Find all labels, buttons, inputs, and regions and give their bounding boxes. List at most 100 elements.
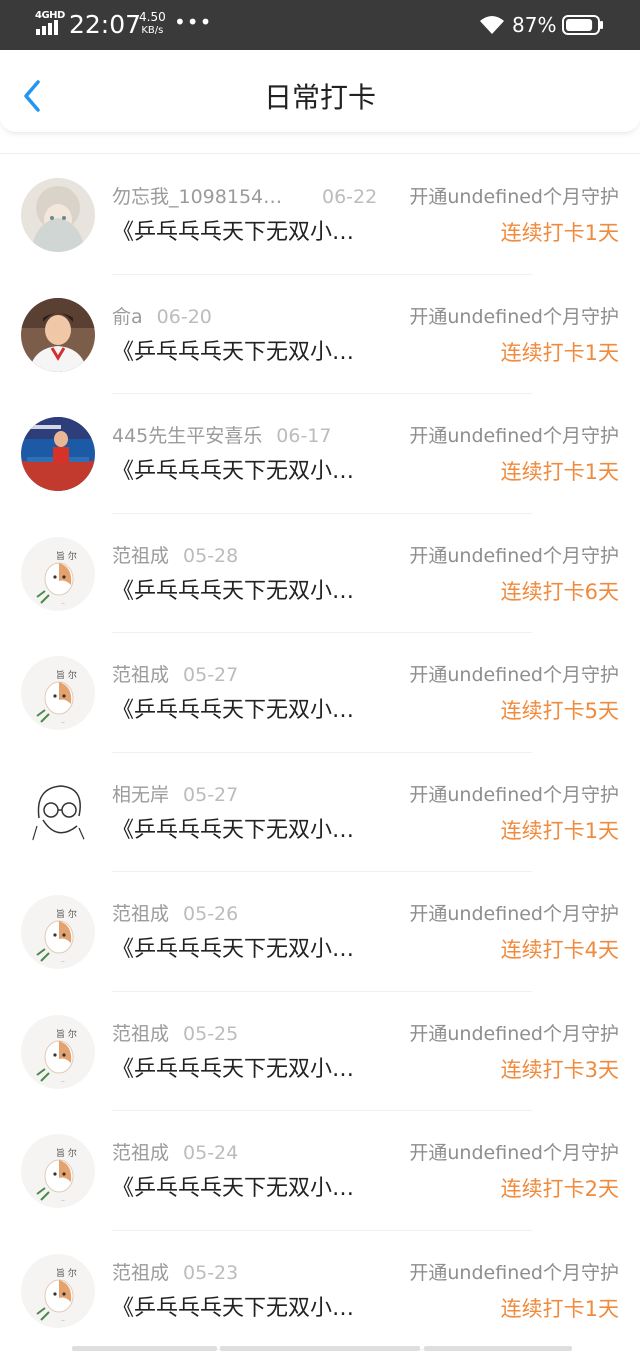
- network-speed: 4.50 KB/s: [139, 11, 166, 37]
- membership-text: 开通undefined个月守护: [409, 1022, 619, 1045]
- user-name[interactable]: 范祖成 05-28: [112, 543, 238, 569]
- checkin-row[interactable]: 旨 尔ー范祖成 05-26 《乒乓乓乓天下无双小… 开通undefined个月守护连续…: [0, 872, 640, 992]
- avatar[interactable]: 旨 尔ー: [21, 656, 95, 730]
- book-title[interactable]: 《乒乓乓乓天下无双小…: [112, 1174, 354, 1204]
- book-title[interactable]: 《乒乓乓乓天下无双小…: [112, 935, 354, 965]
- user-name-text[interactable]: 范祖成: [112, 664, 169, 686]
- streak-text: 连续打卡1天: [500, 340, 619, 365]
- membership-text: 开通undefined个月守护: [409, 783, 619, 806]
- checkin-date: 05-27: [183, 664, 239, 686]
- avatar[interactable]: 旨 尔ー: [21, 536, 95, 611]
- membership-text: 开通undefined个月守护: [409, 186, 619, 208]
- network-type-label: 4GHD: [35, 10, 65, 21]
- user-name-text[interactable]: 俞a: [112, 306, 143, 328]
- avatar[interactable]: 旨 尔ー: [21, 1014, 95, 1089]
- checkin-row[interactable]: 相无岸 05-27 《乒乓乓乓天下无双小… 开通undefined个月守护连续打卡1天: [0, 753, 640, 873]
- svg-text:旨 尔: 旨 尔: [56, 669, 77, 681]
- book-title[interactable]: 《乒乓乓乓天下无双小…: [112, 1055, 354, 1085]
- svg-text:旨 尔: 旨 尔: [56, 1028, 77, 1040]
- membership-text: 开通undefined个月守护: [409, 544, 619, 567]
- avatar[interactable]: [21, 297, 95, 372]
- avatar[interactable]: [21, 417, 95, 491]
- streak-text: 连续打卡1天: [500, 1296, 619, 1321]
- user-name[interactable]: 范祖成 05-24: [112, 1140, 238, 1166]
- user-name-text[interactable]: 范祖成: [112, 1023, 169, 1045]
- book-title[interactable]: 《乒乓乓乓天下无双小…: [112, 1294, 354, 1324]
- user-name-text[interactable]: 445先生平安喜乐: [112, 425, 262, 447]
- user-name[interactable]: 勿忘我_1098154…: [112, 184, 282, 210]
- network-speed-value: 4.50: [139, 10, 166, 24]
- book-title[interactable]: 《乒乓乓乓天下无双小…: [112, 816, 354, 846]
- checkin-date: 06-17: [276, 425, 332, 447]
- svg-text:ー: ー: [61, 1318, 65, 1323]
- user-name[interactable]: 445先生平安喜乐 06-17: [112, 423, 331, 449]
- book-title[interactable]: 《乒乓乓乓天下无双小…: [112, 577, 354, 607]
- avatar[interactable]: 旨 尔ー: [21, 1253, 95, 1328]
- user-name-text[interactable]: 范祖成: [112, 1262, 169, 1284]
- svg-text:旨 尔: 旨 尔: [56, 550, 77, 562]
- checkin-date: 05-25: [183, 1022, 239, 1045]
- book-title[interactable]: 《乒乓乓乓天下无双小…: [112, 457, 354, 487]
- streak-text: 连续打卡1天: [500, 221, 619, 245]
- user-name[interactable]: 范祖成 05-27: [112, 662, 238, 688]
- checkin-row[interactable]: 勿忘我_1098154… 《乒乓乓乓天下无双小… 开通undefined个月守护连续…: [0, 155, 640, 275]
- checkin-row[interactable]: 旨 尔ー范祖成 05-25 《乒乓乓乓天下无双小… 开通undefined个月守护 连续…: [0, 992, 640, 1112]
- svg-text:旨 尔: 旨 尔: [56, 1147, 77, 1159]
- divider: [0, 153, 640, 154]
- streak-text: 连续打卡4天: [500, 938, 619, 962]
- book-title[interactable]: 《乒乓乓乓天下无双小…: [112, 218, 354, 248]
- checkin-row[interactable]: 旨 尔ー范祖成 05-28 《乒乓乓乓天下无双小… 开通undefined个月守护 连续…: [0, 514, 640, 634]
- svg-text:ー: ー: [61, 720, 65, 725]
- user-name[interactable]: 范祖成 05-26: [112, 901, 238, 927]
- checkin-date: 06-20: [156, 305, 212, 328]
- user-name-text[interactable]: 范祖成: [112, 1142, 169, 1164]
- svg-text:旨 尔: 旨 尔: [56, 1267, 77, 1279]
- checkin-date: 05-23: [183, 1261, 239, 1284]
- user-name[interactable]: 范祖成 05-23: [112, 1260, 238, 1286]
- avatar[interactable]: [21, 775, 95, 850]
- header-bar: 日常打卡: [0, 50, 640, 133]
- svg-text:ー: ー: [61, 959, 65, 964]
- checkin-row[interactable]: 旨 尔ー范祖成 05-23 《乒乓乓乓天下无双小… 开通undefined个月守护 连续…: [0, 1231, 640, 1351]
- checkin-date: 05-28: [183, 544, 239, 567]
- checkin-row[interactable]: 旨 尔ー范祖成 05-27 《乒乓乓乓天下无双小… 开通undefined个月守护 连续…: [0, 633, 640, 753]
- bottom-scroll-indicator: [72, 1346, 572, 1351]
- avatar[interactable]: 旨 尔ー: [21, 1134, 95, 1208]
- checkin-date: 05-26: [183, 903, 239, 925]
- checkin-date: 05-27: [183, 783, 239, 806]
- streak-text: 连续打卡2天: [500, 1177, 619, 1201]
- user-name-text[interactable]: 范祖成: [112, 903, 169, 925]
- membership-text: 开通undefined个月守护: [409, 903, 619, 925]
- membership-text: 开通undefined个月守护: [409, 664, 619, 686]
- user-name[interactable]: 范祖成 05-25: [112, 1021, 238, 1047]
- page-title: 日常打卡: [263, 81, 376, 114]
- membership-text: 开通undefined个月守护: [409, 1261, 619, 1284]
- avatar[interactable]: 旨 尔ー: [21, 895, 95, 969]
- network-speed-unit: KB/s: [141, 25, 164, 36]
- status-bar: 4GHD 22:07 4.50 KB/s ••• 87%: [0, 0, 640, 50]
- svg-text:ー: ー: [61, 601, 65, 606]
- battery-percentage: 87%: [512, 13, 557, 37]
- checkin-row[interactable]: 445先生平安喜乐 06-17 《乒乓乓乓天下无双小… 开通undefined个月守护…: [0, 394, 640, 514]
- checkin-list: 勿忘我_1098154… 《乒乓乓乓天下无双小… 开通undefined个月守护 连续…: [0, 155, 640, 1350]
- checkin-date: 06-22: [322, 186, 378, 208]
- user-name[interactable]: 俞a 06-20: [112, 304, 212, 330]
- checkin-row[interactable]: 俞a 06-20 《乒乓乓乓天下无双小… 开通undefined个月守护连续打卡1天: [0, 275, 640, 395]
- membership-text: 开通undefined个月守护: [409, 305, 619, 328]
- battery-icon: [562, 15, 603, 35]
- membership-text: 开通undefined个月守护: [409, 1142, 619, 1164]
- avatar[interactable]: [21, 178, 95, 252]
- checkin-row[interactable]: 旨 尔ー范祖成 05-24 《乒乓乓乓天下无双小… 开通undefined个月守护 连续…: [0, 1111, 640, 1231]
- streak-text: 连续打卡1天: [500, 460, 619, 484]
- user-name-text[interactable]: 相无岸: [112, 784, 169, 806]
- svg-text:ー: ー: [61, 1198, 65, 1203]
- streak-text: 连续打卡1天: [500, 818, 619, 843]
- user-name-text[interactable]: 勿忘我_1098154…: [112, 186, 282, 208]
- membership-text: 开通undefined个月守护: [409, 425, 619, 447]
- user-name-text[interactable]: 范祖成: [112, 545, 169, 567]
- streak-text: 连续打卡6天: [500, 579, 619, 604]
- checkin-date: 05-24: [183, 1142, 239, 1164]
- user-name[interactable]: 相无岸 05-27: [112, 782, 238, 808]
- book-title[interactable]: 《乒乓乓乓天下无双小…: [112, 338, 354, 368]
- book-title[interactable]: 《乒乓乓乓天下无双小…: [112, 696, 354, 726]
